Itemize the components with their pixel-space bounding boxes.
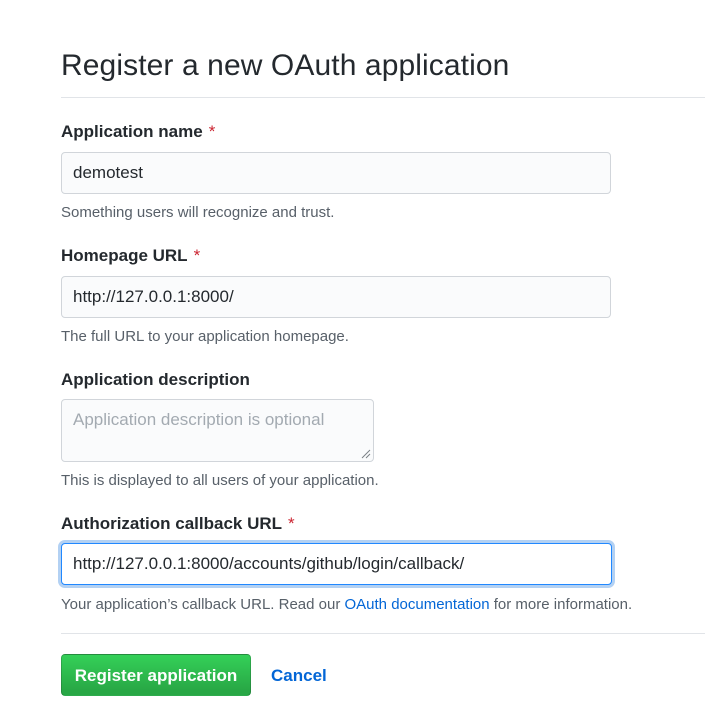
callback-url-note: Your application’s callback URL. Read ou… — [61, 595, 632, 615]
app-name-label-text: Application name — [61, 122, 203, 141]
form-actions-divider — [61, 633, 705, 634]
resize-grip-icon[interactable] — [359, 447, 371, 459]
callback-url-note-after: for more information. — [489, 596, 633, 613]
callback-url-input[interactable] — [61, 543, 612, 585]
homepage-url-note: The full URL to your application homepag… — [61, 328, 349, 345]
homepage-url-input[interactable] — [61, 276, 611, 318]
cancel-button[interactable]: Cancel — [271, 665, 327, 687]
oauth-documentation-link[interactable]: OAuth documentation — [345, 596, 490, 613]
callback-url-label: Authorization callback URL * — [61, 513, 295, 535]
homepage-url-label-text: Homepage URL — [61, 246, 188, 265]
required-marker: * — [288, 514, 295, 533]
required-marker: * — [193, 246, 201, 265]
page-title: Register a new OAuth application — [61, 49, 510, 82]
title-divider — [61, 97, 705, 98]
app-name-input[interactable] — [61, 152, 611, 194]
oauth-app-registration-page: Register a new OAuth application Applica… — [0, 0, 705, 716]
app-name-label: Application name * — [61, 121, 215, 143]
app-name-note: Something users will recognize and trust… — [61, 204, 335, 221]
callback-url-note-before: Your application’s callback URL. Read ou… — [61, 596, 345, 613]
required-marker: * — [208, 122, 216, 141]
description-label: Application description — [61, 369, 250, 391]
description-note: This is displayed to all users of your a… — [61, 472, 379, 489]
homepage-url-label: Homepage URL * — [61, 245, 200, 267]
callback-url-label-text: Authorization callback URL — [61, 514, 283, 533]
register-application-button[interactable]: Register application — [61, 654, 251, 696]
description-label-text: Application description — [61, 370, 250, 389]
description-textarea[interactable] — [61, 399, 374, 462]
